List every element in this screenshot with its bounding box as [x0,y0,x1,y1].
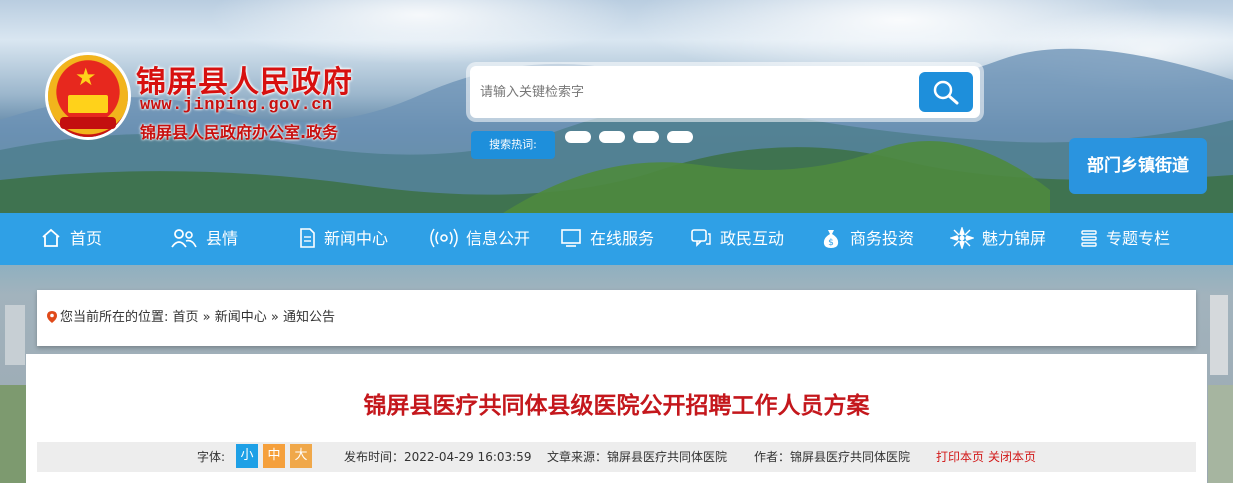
article-panel: 锦屏县医疗共同体县级医院公开招聘工作人员方案 字体: 小 中 大 发布时间：20… [26,354,1207,483]
nav-label: 在线服务 [590,229,655,248]
svg-text:$: $ [828,238,834,248]
hot-words-label: 搜索热词: [471,131,555,159]
search-icon [933,80,959,105]
document-icon [300,227,315,248]
nav-item-county[interactable]: 县情 [170,213,238,265]
location-pin-icon [47,310,57,323]
article-source: 文章来源：锦屏县医疗共同体医院 [547,450,728,464]
breadcrumb: 您当前所在的位置: 首页 » 新闻中心 » 通知公告 [37,290,1196,346]
hot-word-tag[interactable] [599,131,625,143]
nav-label: 专题专栏 [1106,229,1171,248]
breadcrumb-prefix: 您当前所在的位置: [60,310,169,325]
stack-icon [1081,229,1097,247]
font-medium-button[interactable]: 中 [263,444,285,468]
search-box [470,66,980,118]
site-title: 锦屏县人民政府 [136,65,353,100]
national-emblem-icon: ★ [48,55,128,137]
nav-item-info-disclosure[interactable]: 信息公开 [430,213,530,265]
nav-item-business[interactable]: $ 商务投资 [820,213,914,265]
site-subtitle: 锦屏县人民政府办公室.政务 [140,123,339,142]
nav-label: 首页 [70,229,103,248]
flower-icon [950,226,974,249]
nav-label: 商务投资 [850,229,915,248]
monitor-icon [561,228,581,247]
nav-item-online-service[interactable]: 在线服务 [560,213,654,265]
font-large-button[interactable]: 大 [290,444,312,468]
chat-icon [691,228,711,247]
publish-time: 发布时间：2022-04-29 16:03:59 [344,450,532,464]
nav-item-charm[interactable]: 魅力锦屏 [950,213,1046,265]
nav-label: 魅力锦屏 [982,229,1047,248]
nav-label: 信息公开 [466,229,531,248]
print-page-link[interactable]: 打印本页 [936,442,984,472]
font-small-button[interactable]: 小 [236,444,258,468]
people-icon [171,228,197,248]
nav-label: 县情 [206,229,239,248]
nav-label: 新闻中心 [324,229,389,248]
broadcast-icon [430,228,458,247]
nav-item-interaction[interactable]: 政民互动 [690,213,784,265]
home-icon [42,228,60,247]
hot-word-tag[interactable] [667,131,693,143]
site-logo[interactable]: ★ 锦屏县人民政府 www.jinping.gov.cn 锦屏县人民政府办公室.… [48,55,368,145]
nav-label: 政民互动 [720,229,785,248]
money-bag-icon: $ [823,229,839,248]
font-size-label: 字体: [197,450,226,464]
hot-word-tag[interactable] [633,131,659,143]
search-button[interactable] [919,72,973,112]
article-meta-bar: 字体: 小 中 大 发布时间：2022-04-29 16:03:59 文章来源：… [37,442,1196,472]
breadcrumb-path[interactable]: 首页 » 新闻中心 » 通知公告 [173,310,335,325]
nav-item-home[interactable]: 首页 [40,213,102,265]
site-url: www.jinping.gov.cn [140,96,333,115]
search-input[interactable] [480,76,910,108]
article-author: 作者：锦屏县医疗共同体医院 [754,450,911,464]
article-title: 锦屏县医疗共同体县级医院公开招聘工作人员方案 [363,393,870,419]
department-towns-button[interactable]: 部门乡镇街道 [1069,138,1207,194]
nav-item-special-topics[interactable]: 专题专栏 [1080,213,1170,265]
hot-word-tag[interactable] [565,131,591,143]
main-nav: 首页 县情 新闻中心 信息公开 在线服务 政民互动 $ 商务投资 魅力锦屏 专题专… [0,213,1233,265]
nav-item-news[interactable]: 新闻中心 [298,213,388,265]
close-page-link[interactable]: 关闭本页 [988,442,1036,472]
